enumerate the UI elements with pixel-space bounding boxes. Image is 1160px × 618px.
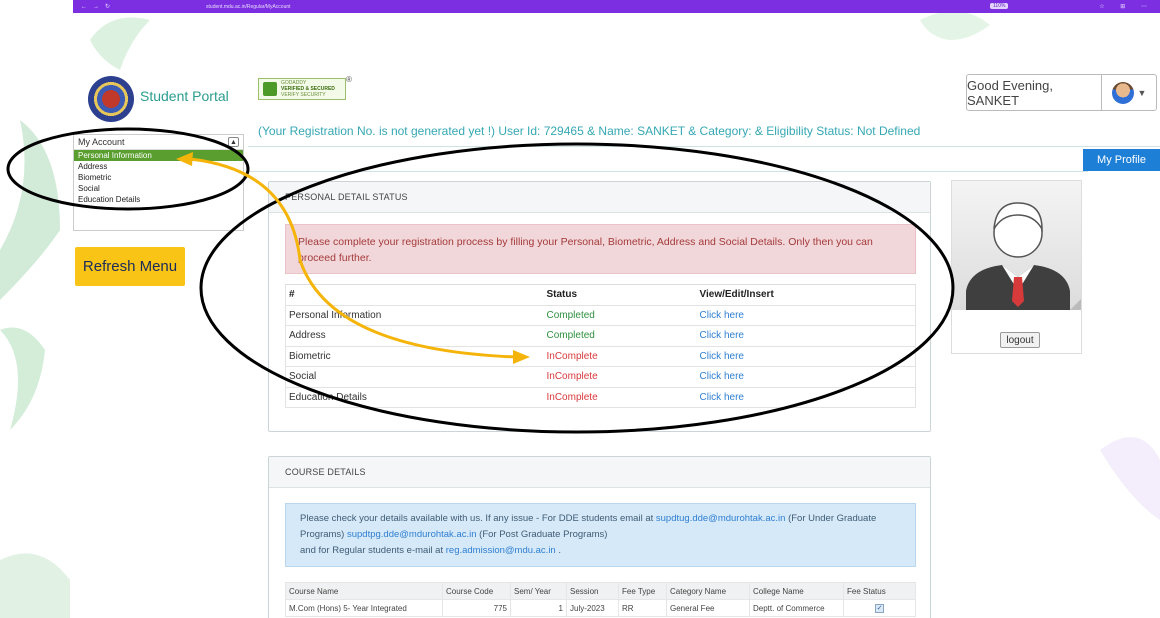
status-text: Completed [543, 325, 697, 346]
personal-detail-table: # Status View/Edit/Insert Personal Infor… [285, 284, 916, 408]
sidebar-item-biometric[interactable]: Biometric [74, 172, 243, 183]
profile-card: logout [951, 180, 1082, 354]
section-name: Address [285, 325, 544, 346]
divider [248, 171, 1088, 172]
alert-text: and for Regular students e-mail at [300, 545, 444, 556]
profile-photo [952, 181, 1081, 310]
sidebar-item-education-details[interactable]: Education Details [74, 194, 243, 205]
alert-text: . [558, 545, 562, 556]
panel-title: PERSONAL DETAIL STATUS [269, 182, 930, 213]
sem-year: 1 [510, 599, 567, 617]
status-text: InComplete [543, 386, 697, 408]
header-cell: Course Name [285, 582, 443, 600]
section-name: Personal Information [285, 304, 544, 326]
click-here-link[interactable]: Click here [696, 325, 916, 346]
university-logo [88, 76, 134, 122]
zoom-level[interactable]: 110% [990, 3, 1009, 9]
click-here-link[interactable]: Click here [696, 366, 916, 387]
lock-icon [263, 82, 277, 96]
course-info-alert: Please check your details available with… [285, 503, 916, 567]
course-table: Course Name Course Code Sem/ Year Sessio… [285, 582, 916, 617]
sidebar-menu: My Account ▲ Personal Information Addres… [73, 134, 244, 231]
college-name: Deptt. of Commerce [749, 599, 844, 617]
panel-title: COURSE DETAILS [269, 457, 930, 488]
portal-name: Student Portal [140, 88, 229, 104]
registered-mark: ® [346, 75, 352, 84]
email-link[interactable]: reg.admission@mdu.ac.in [446, 545, 556, 556]
address-bar[interactable]: student.mdu.ac.in/Regular/MyAccount [206, 4, 291, 10]
section-name: Education Details [285, 386, 544, 408]
category-name: General Fee [666, 599, 750, 617]
browser-nav-icons[interactable]: ←→↻ [81, 3, 116, 10]
section-name: Biometric [285, 345, 544, 367]
table-row: Biometric InComplete Click here [285, 345, 916, 367]
status-text: InComplete [543, 366, 697, 387]
sidebar-header[interactable]: My Account ▲ [74, 135, 243, 150]
header-cell: # [285, 284, 544, 305]
header-cell: Sem/ Year [510, 582, 567, 600]
header-cell: Fee Type [618, 582, 667, 600]
registration-alert: Please complete your registration proces… [285, 224, 916, 274]
header-cell: Session [566, 582, 619, 600]
table-row: Personal Information Completed Click her… [285, 304, 916, 326]
course-name: M.Com (Hons) 5- Year Integrated [285, 599, 443, 617]
verified-secured-badge[interactable]: GODADDY VERIFIED & SECURED VERIFY SECURI… [258, 78, 346, 100]
avatar-icon [1111, 81, 1134, 104]
click-here-link[interactable]: Click here [696, 386, 916, 408]
page: ←→↻ student.mdu.ac.in/Regular/MyAccount … [0, 0, 1160, 618]
email-link[interactable]: supdtug.dde@mdurohtak.ac.in [656, 513, 786, 524]
header-cell: View/Edit/Insert [696, 284, 916, 305]
personal-detail-panel: PERSONAL DETAIL STATUS Please complete y… [268, 181, 931, 432]
session: July-2023 [566, 599, 619, 617]
alert-text: (For Post Graduate Programs) [479, 529, 608, 540]
course-details-panel: COURSE DETAILS Please check your details… [268, 456, 931, 618]
status-text: Completed [543, 304, 697, 326]
table-row: Education Details InComplete Click here [285, 386, 916, 408]
sidebar-item-personal-information[interactable]: Personal Information [74, 150, 243, 161]
refresh-menu-button[interactable]: Refresh Menu [75, 247, 185, 286]
status-text: InComplete [543, 345, 697, 367]
sidebar-item-social[interactable]: Social [74, 183, 243, 194]
user-menu-button[interactable]: ▼ [1101, 74, 1157, 111]
sidebar-title: My Account [78, 137, 125, 147]
header-cell: Status [543, 284, 697, 305]
badge-sub: VERIFY SECURITY [281, 92, 326, 98]
alert-text: Please check your details available with… [300, 513, 654, 524]
table-header-row: Course Name Course Code Sem/ Year Sessio… [285, 582, 916, 600]
table-row: M.Com (Hons) 5- Year Integrated 775 1 Ju… [285, 599, 916, 617]
table-header-row: # Status View/Edit/Insert [285, 284, 916, 305]
header-cell: Category Name [666, 582, 750, 600]
click-here-link[interactable]: Click here [696, 345, 916, 367]
browser-action-icons[interactable]: ☆ ⊞ ⋯ [1099, 3, 1154, 10]
fee-type: RR [618, 599, 667, 617]
registration-info: (Your Registration No. is not generated … [258, 124, 921, 138]
header-cell: Fee Status [843, 582, 916, 600]
course-code: 775 [442, 599, 511, 617]
click-here-link[interactable]: Click here [696, 304, 916, 326]
header-cell: Course Code [442, 582, 511, 600]
table-row: Address Completed Click here [285, 325, 916, 346]
person-placeholder-icon [966, 202, 1081, 310]
collapse-icon[interactable]: ▲ [228, 137, 239, 147]
checkbox-icon: ✓ [875, 604, 884, 613]
divider [248, 146, 1160, 147]
header-cell: College Name [749, 582, 844, 600]
caret-down-icon: ▼ [1137, 87, 1147, 98]
section-name: Social [285, 366, 544, 387]
sidebar-item-address[interactable]: Address [74, 161, 243, 172]
browser-toolbar: ←→↻ student.mdu.ac.in/Regular/MyAccount … [73, 0, 1160, 13]
table-row: Social InComplete Click here [285, 366, 916, 387]
email-link[interactable]: supdtpg.dde@mdurohtak.ac.in [347, 529, 477, 540]
greeting: Good Evening, SANKET [966, 74, 1101, 111]
my-profile-tab[interactable]: My Profile [1083, 149, 1160, 171]
fee-status-cell: ✓ [843, 599, 916, 617]
logout-button[interactable]: logout [1000, 332, 1040, 348]
